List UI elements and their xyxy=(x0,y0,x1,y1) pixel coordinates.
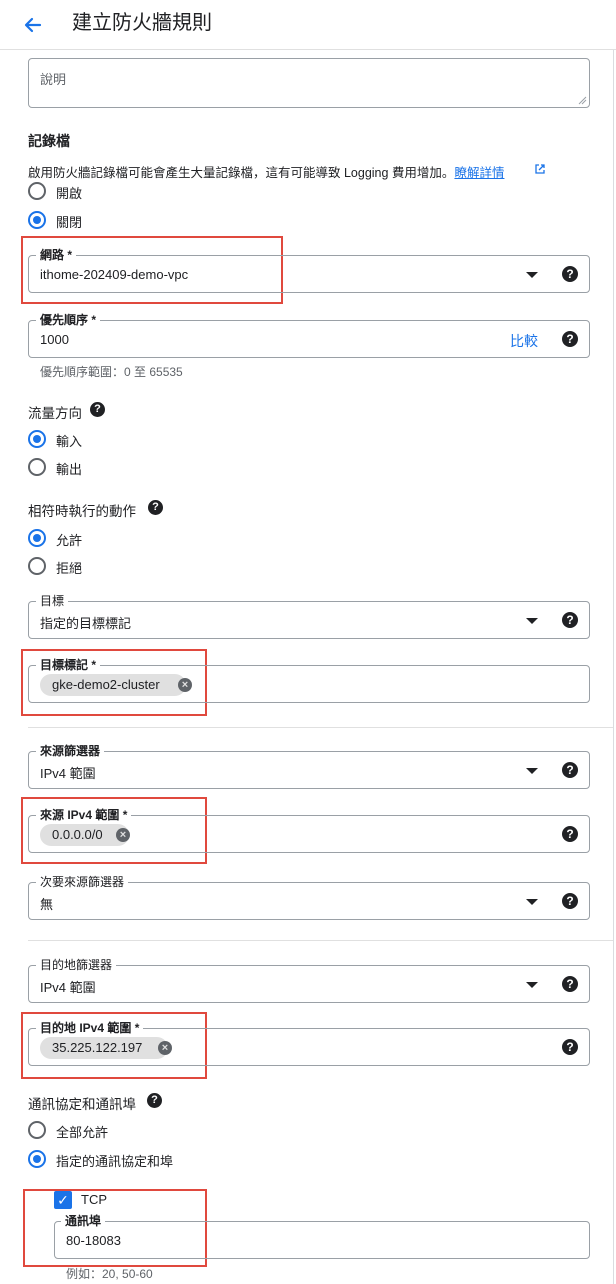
action-title: 相符時執行的動作 xyxy=(28,504,136,519)
network-label: 網路 * xyxy=(36,248,77,262)
help-icon[interactable]: ? xyxy=(562,893,578,909)
radio-deny[interactable] xyxy=(28,557,46,575)
learn-more-link[interactable]: 瞭解詳情 xyxy=(454,166,504,180)
radio-egress-label: 輸出 xyxy=(56,462,83,477)
radio-allow[interactable] xyxy=(28,529,46,547)
dropdown-caret-icon[interactable] xyxy=(526,899,538,905)
target-label: 目標 xyxy=(36,594,69,608)
dest-filter-value: IPv4 範圍 xyxy=(40,980,96,995)
description-textarea[interactable] xyxy=(28,58,590,108)
help-icon[interactable]: ? xyxy=(562,331,578,347)
tcp-ports-label: 通訊埠 xyxy=(61,1214,106,1228)
scroll-divider xyxy=(613,50,614,1284)
tcp-ports-hint: 例如：20, 50-60 xyxy=(66,1267,153,1281)
dest-range-chip-text: 35.225.122.197 xyxy=(52,1040,143,1055)
help-icon[interactable]: ? xyxy=(562,826,578,842)
priority-label: 優先順序 * xyxy=(36,313,101,327)
logs-title: 記錄檔 xyxy=(28,133,70,149)
help-icon[interactable]: ? xyxy=(562,976,578,992)
external-link-icon[interactable] xyxy=(534,163,546,175)
chip-remove-icon[interactable]: × xyxy=(178,678,192,692)
section-divider xyxy=(28,727,613,728)
section-divider xyxy=(28,940,613,941)
radio-ingress-label: 輸入 xyxy=(56,434,83,449)
priority-value: 1000 xyxy=(40,332,69,347)
radio-logs-on[interactable] xyxy=(28,182,46,200)
direction-title: 流量方向 xyxy=(28,406,82,421)
target-tag-chip: gke-demo2-cluster xyxy=(40,674,186,696)
dest-ranges-label: 目的地 IPv4 範圍 * xyxy=(36,1021,144,1035)
dropdown-caret-icon[interactable] xyxy=(526,272,538,278)
tcp-checkbox[interactable]: ✓ xyxy=(54,1191,72,1209)
logs-note: 啟用防火牆記錄檔可能會產生大量記錄檔，這有可能導致 Logging 費用增加。瞭… xyxy=(28,162,504,181)
radio-allow-all[interactable] xyxy=(28,1121,46,1139)
source-filter-select[interactable] xyxy=(28,751,590,789)
arrow-left-icon xyxy=(24,17,42,33)
priority-hint: 優先順序範圍：0 至 65535 xyxy=(40,365,183,379)
protocols-title: 通訊協定和通訊埠 xyxy=(28,1097,136,1112)
radio-deny-label: 拒絕 xyxy=(56,561,83,576)
source-range-chip-text: 0.0.0.0/0 xyxy=(52,827,103,842)
priority-input[interactable] xyxy=(28,320,590,358)
tcp-label: TCP xyxy=(81,1192,107,1207)
target-value: 指定的目標標記 xyxy=(40,616,132,631)
source-ranges-label: 來源 IPv4 範圍 * xyxy=(36,808,132,822)
help-icon[interactable]: ? xyxy=(562,762,578,778)
radio-logs-on-label: 開啟 xyxy=(56,186,83,201)
target-tag-chip-text: gke-demo2-cluster xyxy=(52,677,160,692)
chip-remove-icon[interactable]: × xyxy=(158,1041,172,1055)
radio-logs-off-label: 關閉 xyxy=(56,215,83,230)
radio-allow-label: 允許 xyxy=(56,533,83,548)
logs-note-text: 啟用防火牆記錄檔可能會產生大量記錄檔，這有可能導致 Logging 費用增加。 xyxy=(28,166,455,180)
dropdown-caret-icon[interactable] xyxy=(526,768,538,774)
radio-specified-protocols-label: 指定的通訊協定和埠 xyxy=(56,1154,174,1169)
page-title: 建立防火牆規則 xyxy=(72,12,212,34)
radio-ingress[interactable] xyxy=(28,430,46,448)
radio-specified-protocols[interactable] xyxy=(28,1150,46,1168)
radio-allow-all-label: 全部允許 xyxy=(56,1125,109,1140)
target-tags-label: 目標標記 * xyxy=(36,658,101,672)
secondary-source-filter-label: 次要來源篩選器 xyxy=(36,875,129,889)
help-icon[interactable]: ? xyxy=(147,1093,162,1108)
chip-remove-icon[interactable]: × xyxy=(116,828,130,842)
radio-logs-off[interactable] xyxy=(28,211,46,229)
source-filter-value: IPv4 範圍 xyxy=(40,766,96,781)
secondary-source-filter-value: 無 xyxy=(40,897,54,912)
radio-egress[interactable] xyxy=(28,458,46,476)
source-filter-label: 來源篩選器 xyxy=(36,744,105,758)
help-icon[interactable]: ? xyxy=(148,500,163,515)
network-value: ithome-202409-demo-vpc xyxy=(40,267,189,282)
dropdown-caret-icon[interactable] xyxy=(526,618,538,624)
dropdown-caret-icon[interactable] xyxy=(526,982,538,988)
help-icon[interactable]: ? xyxy=(562,266,578,282)
help-icon[interactable]: ? xyxy=(90,402,105,417)
back-button[interactable] xyxy=(18,10,48,40)
description-placeholder: 說明 xyxy=(40,72,67,87)
compare-button[interactable]: 比較 xyxy=(510,331,538,351)
help-icon[interactable]: ? xyxy=(562,1039,578,1055)
dest-range-chip: 35.225.122.197 xyxy=(40,1037,169,1059)
resize-handle-icon[interactable] xyxy=(577,95,587,105)
tcp-ports-value: 80-18083 xyxy=(66,1233,121,1248)
dest-filter-label: 目的地篩選器 xyxy=(36,958,117,972)
help-icon[interactable]: ? xyxy=(562,612,578,628)
tcp-ports-input[interactable] xyxy=(54,1221,590,1259)
